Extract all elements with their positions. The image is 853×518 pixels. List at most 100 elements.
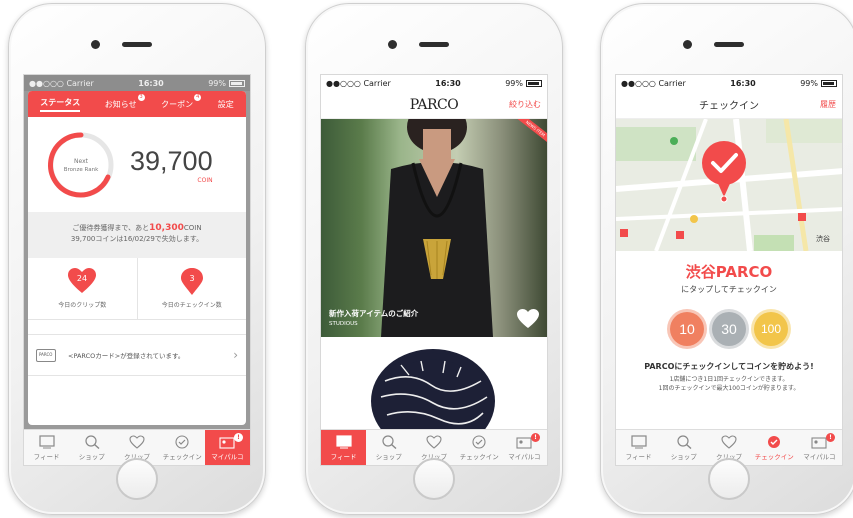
map-label-shibuya: 渋谷 xyxy=(816,234,830,243)
notice-value: 10,300 xyxy=(149,223,184,233)
earpiece-speaker xyxy=(122,42,152,47)
heart-outline-icon xyxy=(426,434,442,449)
checkin-map[interactable]: 渋谷 xyxy=(616,119,842,251)
notice-prefix: ご優待券獲得まで、あと xyxy=(72,224,150,232)
status-bar: ●●○○○ Carrier 16:30 99% xyxy=(321,75,547,91)
phone-feed: ●●○○○ Carrier 16:30 99% PARCO 絞り込む NEWS … xyxy=(305,3,563,515)
carrier-label: ●●○○○ Carrier xyxy=(326,78,391,88)
tab-status[interactable]: ステータス xyxy=(40,97,81,112)
tab-checkin[interactable]: チェックイン xyxy=(752,430,797,465)
parco-card-row[interactable]: PARCO <PARCOカード>が登録されています。 › xyxy=(28,334,246,376)
feed-icon xyxy=(38,434,55,448)
home-button[interactable] xyxy=(708,458,750,500)
tab-feed[interactable]: フィード xyxy=(321,430,367,465)
filter-button[interactable]: 絞り込む xyxy=(509,99,541,110)
checkin-headline: PARCOにチェックインしてコインを貯めよう! xyxy=(644,362,814,371)
carrier-label: ●●○○○ Carrier xyxy=(29,78,94,88)
coin-total: 39,700 COIN xyxy=(130,146,213,184)
tab-coupon[interactable]: クーポン 4 xyxy=(161,93,202,110)
credit-card-icon: PARCO xyxy=(36,348,56,362)
status-panel: ステータス お知らせ 3 クーポン 4 設定 Next Bronze Rank 39… xyxy=(28,91,246,425)
battery-indicator: 99% xyxy=(505,79,542,88)
tab-checkin[interactable]: チェックイン xyxy=(457,430,502,465)
tab-shop[interactable]: ショップ xyxy=(661,430,706,465)
heart-outline-icon xyxy=(129,434,145,449)
tab-checkin-label: チェックイン xyxy=(162,452,202,461)
feed-item-photo[interactable] xyxy=(321,337,547,429)
checkin-instruction: にタップしてチェックイン xyxy=(681,285,777,294)
tab-shop[interactable]: ショップ xyxy=(366,430,411,465)
today-stats: 24 今日のクリップ数 3 今日のチェックイン数 xyxy=(28,258,246,320)
checkin-count: 3 xyxy=(189,274,194,283)
notice-suffix: COIN xyxy=(183,224,202,232)
tab-checkin[interactable]: チェックイン xyxy=(160,430,205,465)
tab-myparco[interactable]: マイパルコ! xyxy=(797,430,842,465)
card-text: <PARCOカード>が登録されています。 xyxy=(68,352,185,360)
screen-checkin: ●●○○○ Carrier 16:30 99% チェックイン 履歴 渋谷 渋谷P… xyxy=(615,74,843,466)
search-icon xyxy=(677,434,692,449)
battery-icon xyxy=(229,79,245,87)
parco-logo: PARCO xyxy=(409,96,459,113)
checkin-detail-1: 1店舗につき1日1回チェックインできます。 xyxy=(669,376,789,383)
battery-indicator: 99% xyxy=(208,79,245,88)
front-camera xyxy=(91,40,100,49)
checkin-target[interactable]: 渋谷PARCO にタップしてチェックイン xyxy=(616,261,842,295)
tab-feed-label: フィード xyxy=(625,452,652,461)
coupon-badge: 4 xyxy=(194,93,202,101)
notice-line2: 39,700コインは16/02/29で失効します。 xyxy=(70,235,204,243)
tab-checkin-label: チェックイン xyxy=(459,452,499,461)
feed-icon xyxy=(335,434,352,448)
check-circle-icon xyxy=(175,434,189,449)
coin-badge: 100 xyxy=(751,309,791,349)
member-card-icon xyxy=(811,436,827,449)
coin-badge: 30 xyxy=(709,309,749,349)
map-image: 渋谷 xyxy=(616,119,842,251)
home-button[interactable] xyxy=(116,458,158,500)
tab-myparco-label: マイパルコ xyxy=(211,452,244,461)
chevron-right-icon: › xyxy=(233,348,238,362)
tab-shop-label: ショップ xyxy=(78,452,105,461)
myparco-badge: ! xyxy=(234,433,244,442)
tab-shop[interactable]: ショップ xyxy=(69,430,114,465)
checkin-stat[interactable]: 3 今日のチェックイン数 xyxy=(136,258,247,319)
heart-icon: 24 xyxy=(68,268,97,293)
battery-percent: 99% xyxy=(800,78,818,88)
screen-status: ●●○○○ Carrier 16:30 99% ステータス お知らせ 3 クーポン… xyxy=(23,74,251,466)
tab-feed[interactable]: フィード xyxy=(616,430,661,465)
tab-news[interactable]: お知らせ 3 xyxy=(104,93,145,110)
carrier-label: ●●○○○ Carrier xyxy=(621,78,686,88)
checkin-label: 今日のチェックイン数 xyxy=(161,302,222,309)
search-icon xyxy=(382,434,397,449)
clip-count: 24 xyxy=(77,274,87,283)
rank-section: Next Bronze Rank 39,700 COIN xyxy=(28,117,246,212)
location-pin-icon: 3 xyxy=(180,268,203,295)
battery-icon xyxy=(821,79,837,87)
member-card-icon xyxy=(516,436,532,449)
clip-label: 今日のクリップ数 xyxy=(58,302,107,309)
feed-caption: 新作入荷アイテムのご紹介 STUDIOUS xyxy=(329,308,418,327)
tab-myparco[interactable]: マイパルコ! xyxy=(204,430,250,465)
clip-stat[interactable]: 24 今日のクリップ数 xyxy=(28,258,137,319)
tab-feed[interactable]: フィード xyxy=(24,430,69,465)
tab-news-label: お知らせ xyxy=(104,99,137,109)
home-button[interactable] xyxy=(413,458,455,500)
battery-indicator: 99% xyxy=(800,79,837,88)
coin-badge: 10 xyxy=(667,309,707,349)
heart-icon[interactable] xyxy=(517,309,539,329)
tab-settings[interactable]: 設定 xyxy=(218,99,234,110)
nav-bar: チェックイン 履歴 xyxy=(616,91,842,119)
clock-label: 16:30 xyxy=(435,78,461,88)
tab-myparco-label: マイパルコ xyxy=(803,452,836,461)
tab-feed-label: フィード xyxy=(330,452,357,461)
history-button[interactable]: 履歴 xyxy=(820,99,836,110)
nav-bar: PARCO 絞り込む xyxy=(321,91,547,119)
coin-values: 10 30 100 xyxy=(616,309,842,349)
place-name: 渋谷PARCO xyxy=(685,263,773,281)
app-showcase: ●●○○○ Carrier 16:30 99% ステータス お知らせ 3 クーポン… xyxy=(0,0,853,518)
news-ribbon: NEWS ITEM xyxy=(513,119,547,147)
feed-item-photo[interactable]: NEWS ITEM 新作入荷アイテムのご紹介 STUDIOUS xyxy=(321,119,547,337)
tab-myparco[interactable]: マイパルコ! xyxy=(502,430,547,465)
rank-gauge: Next Bronze Rank xyxy=(48,131,114,197)
myparco-badge: ! xyxy=(826,433,836,442)
rank-name-label: Bronze Rank xyxy=(64,167,99,173)
